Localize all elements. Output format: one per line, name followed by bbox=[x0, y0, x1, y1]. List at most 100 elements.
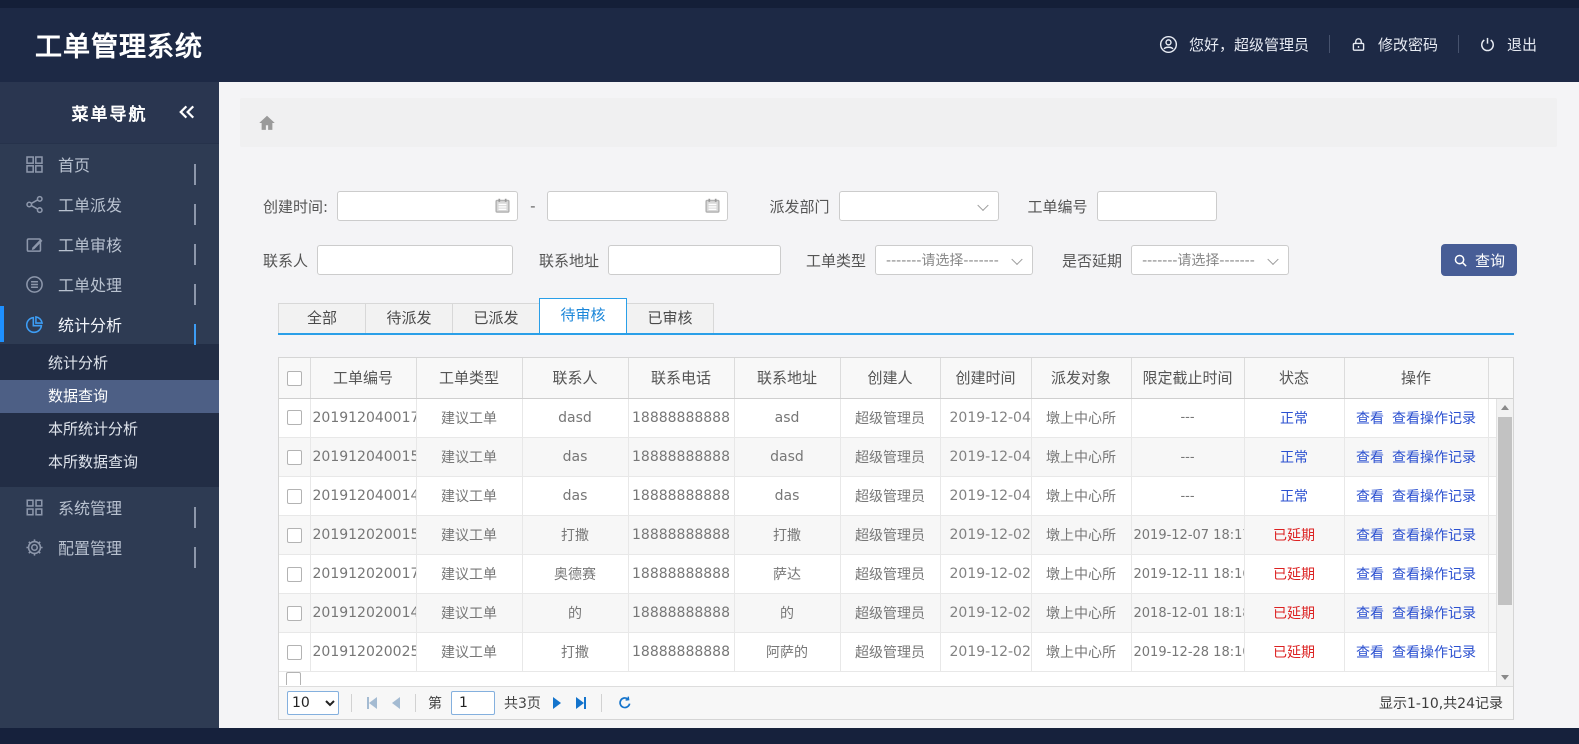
cell-order-no: 201912040017C bbox=[310, 398, 417, 438]
page-number-input[interactable] bbox=[451, 690, 495, 715]
view-link[interactable]: 查看 bbox=[1356, 606, 1384, 622]
cell-actions: 查看 查看操作记录 bbox=[1344, 554, 1489, 594]
calendar-icon[interactable] bbox=[494, 197, 511, 214]
view-link[interactable]: 查看 bbox=[1356, 528, 1384, 544]
view-log-link[interactable]: 查看操作记录 bbox=[1392, 567, 1476, 583]
view-log-link[interactable]: 查看操作记录 bbox=[1392, 411, 1476, 427]
sidebar-subitem-本所数据查询[interactable]: 本所数据查询 bbox=[0, 446, 219, 479]
change-password-link[interactable]: 修改密码 bbox=[1350, 34, 1438, 55]
table-row[interactable]: 201912040015C建议工单das18888888888dasd超级管理员… bbox=[279, 437, 1496, 477]
cell-target: 墩上中心所 bbox=[1031, 476, 1132, 516]
tab-已派发[interactable]: 已派发 bbox=[452, 303, 540, 333]
cell-target: 墩上中心所 bbox=[1031, 515, 1132, 555]
user-greeting[interactable]: 您好，超级管理员 bbox=[1159, 34, 1309, 55]
last-page-button[interactable] bbox=[573, 696, 589, 709]
sidebar-subitem-统计分析[interactable]: 统计分析 bbox=[0, 347, 219, 380]
row-checkbox[interactable] bbox=[286, 410, 302, 426]
sidebar-item-工单派发[interactable]: 工单派发 bbox=[0, 184, 219, 225]
cell-type: 建议工单 bbox=[416, 515, 523, 555]
collapse-sidebar-icon[interactable] bbox=[177, 102, 197, 122]
tab-已审核[interactable]: 已审核 bbox=[626, 303, 714, 333]
tab-待派发[interactable]: 待派发 bbox=[365, 303, 453, 333]
view-link[interactable]: 查看 bbox=[1356, 567, 1384, 583]
cell-actions: 查看 查看操作记录 bbox=[1344, 398, 1489, 438]
order-no-label: 工单编号 bbox=[1027, 197, 1088, 216]
table-row[interactable]: 201912020014C建议工单的18888888888的超级管理员2019-… bbox=[279, 593, 1496, 633]
first-page-button[interactable] bbox=[364, 696, 380, 709]
column-header-创建时间[interactable]: 创建时间 bbox=[940, 358, 1032, 399]
sidebar-subitem-本所统计分析[interactable]: 本所统计分析 bbox=[0, 413, 219, 446]
sidebar-item-统计分析[interactable]: 统计分析 bbox=[0, 304, 219, 345]
view-link[interactable]: 查看 bbox=[1356, 450, 1384, 466]
order-type-select[interactable]: -------请选择------- bbox=[875, 245, 1034, 275]
cell-creator: 超级管理员 bbox=[840, 476, 941, 516]
chevron-down-icon bbox=[194, 507, 196, 528]
cell-created-time: 2019-12-02 17 bbox=[940, 554, 1032, 594]
sidebar-item-首页[interactable]: 首页 bbox=[0, 144, 219, 185]
column-header-联系地址[interactable]: 联系地址 bbox=[734, 358, 841, 399]
row-checkbox[interactable] bbox=[286, 566, 302, 582]
column-header-创建人[interactable]: 创建人 bbox=[840, 358, 941, 399]
row-select-cell bbox=[279, 398, 311, 438]
table-row[interactable]: 201912020025C建议工单打撒18888888888阿萨的超级管理员20… bbox=[279, 632, 1496, 672]
column-header-联系人[interactable]: 联系人 bbox=[522, 358, 629, 399]
vertical-scrollbar[interactable] bbox=[1496, 398, 1513, 686]
sidebar-item-工单处理[interactable]: 工单处理 bbox=[0, 264, 219, 305]
logout-link[interactable]: 退出 bbox=[1479, 34, 1537, 55]
dispatch-dept-select[interactable] bbox=[838, 191, 999, 221]
view-log-link[interactable]: 查看操作记录 bbox=[1392, 645, 1476, 661]
cell-phone: 18888888888 bbox=[628, 632, 735, 672]
contact-input[interactable] bbox=[317, 245, 514, 275]
table-row[interactable]: 201912040017C建议工单dasd18888888888asd超级管理员… bbox=[279, 398, 1496, 438]
next-page-button[interactable] bbox=[550, 696, 564, 709]
select-all-checkbox[interactable] bbox=[286, 370, 302, 386]
sidebar-item-配置管理[interactable]: 配置管理 bbox=[0, 527, 219, 568]
page-size-select[interactable]: 10 bbox=[287, 690, 339, 715]
column-header-操作[interactable]: 操作 bbox=[1344, 358, 1489, 399]
column-header-工单编号[interactable]: 工单编号 bbox=[310, 358, 417, 399]
row-checkbox[interactable] bbox=[286, 449, 302, 465]
view-link[interactable]: 查看 bbox=[1356, 645, 1384, 661]
address-input[interactable] bbox=[608, 245, 782, 275]
tab-全部[interactable]: 全部 bbox=[278, 303, 366, 333]
scrollbar-thumb[interactable] bbox=[1498, 416, 1512, 605]
cell-phone: 18888888888 bbox=[628, 476, 735, 516]
tab-待审核[interactable]: 待审核 bbox=[539, 298, 627, 333]
calendar-icon[interactable] bbox=[704, 197, 721, 214]
view-log-link[interactable]: 查看操作记录 bbox=[1392, 606, 1476, 622]
column-header-派发对象[interactable]: 派发对象 bbox=[1031, 358, 1132, 399]
refresh-icon[interactable] bbox=[614, 695, 636, 711]
scroll-down-icon[interactable] bbox=[1497, 669, 1513, 686]
column-header-联系电话[interactable]: 联系电话 bbox=[628, 358, 735, 399]
row-checkbox[interactable] bbox=[286, 488, 302, 504]
column-header-限定截止时间[interactable]: 限定截止时间 bbox=[1131, 358, 1245, 399]
overdue-select[interactable]: -------请选择------- bbox=[1131, 245, 1290, 275]
view-link[interactable]: 查看 bbox=[1356, 411, 1384, 427]
prev-page-button[interactable] bbox=[389, 696, 403, 709]
sidebar-item-工单审核[interactable]: 工单审核 bbox=[0, 224, 219, 265]
table-row[interactable]: 201912020017C建议工单奥德赛18888888888萨达超级管理员20… bbox=[279, 554, 1496, 594]
home-icon[interactable] bbox=[257, 113, 277, 133]
row-checkbox[interactable] bbox=[286, 644, 302, 660]
sidebar-item-系统管理[interactable]: 系统管理 bbox=[0, 487, 219, 528]
active-accent-bar bbox=[0, 226, 4, 262]
column-header-工单类型[interactable]: 工单类型 bbox=[416, 358, 523, 399]
view-log-link[interactable]: 查看操作记录 bbox=[1392, 489, 1476, 505]
table-row[interactable]: 201912020015C建议工单打撒18888888888打撒超级管理员201… bbox=[279, 515, 1496, 555]
date-from-input[interactable] bbox=[337, 191, 519, 221]
date-to-input[interactable] bbox=[547, 191, 729, 221]
view-log-link[interactable]: 查看操作记录 bbox=[1392, 450, 1476, 466]
view-log-link[interactable]: 查看操作记录 bbox=[1392, 528, 1476, 544]
filter-panel: 创建时间: - 派发部门 工单编号 联系人 联系地址 工单类型 -------请… bbox=[263, 191, 1579, 276]
row-checkbox[interactable] bbox=[286, 672, 301, 685]
sidebar: 菜单导航 首页 工单派发 工单审核 工单处理 统计分析 统计分析 数据查询 本所统计分析 本所数… bbox=[0, 82, 219, 728]
table-row[interactable]: 201912040014C建议工单das18888888888das超级管理员2… bbox=[279, 476, 1496, 516]
column-header-状态[interactable]: 状态 bbox=[1244, 358, 1345, 399]
search-button[interactable]: 查询 bbox=[1441, 244, 1517, 276]
view-link[interactable]: 查看 bbox=[1356, 489, 1384, 505]
scroll-up-icon[interactable] bbox=[1497, 399, 1513, 416]
row-checkbox[interactable] bbox=[286, 605, 302, 621]
row-checkbox[interactable] bbox=[286, 527, 302, 543]
order-no-input[interactable] bbox=[1096, 191, 1217, 221]
sidebar-subitem-数据查询[interactable]: 数据查询 bbox=[0, 380, 219, 413]
